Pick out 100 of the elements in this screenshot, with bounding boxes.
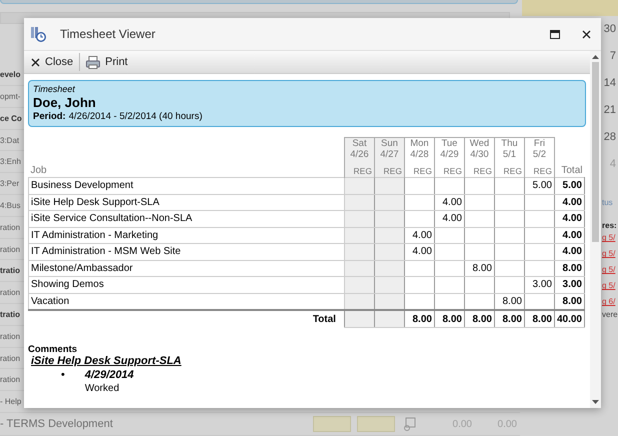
row-label: ration: [0, 288, 20, 298]
table-cell: [464, 194, 494, 210]
comment-date: 4/29/2014: [84, 369, 134, 381]
table-cell: IT Administration - MSM Web Site: [28, 244, 344, 260]
row-label: ration: [0, 244, 20, 254]
table-cell: [404, 260, 434, 276]
hours-input[interactable]: [313, 416, 351, 432]
table-cell: [374, 194, 404, 210]
row-label: - TERMS Development: [0, 418, 114, 430]
side-label: tus: [602, 198, 614, 208]
row-label: opmt-: [0, 92, 20, 101]
table-cell: [374, 178, 404, 194]
table-cell: IT Administration - Marketing: [28, 227, 344, 244]
column-header: Total: [554, 138, 584, 178]
table-cell: [524, 244, 554, 260]
scroll-down-icon[interactable]: [592, 400, 599, 404]
table-cell: [464, 178, 494, 194]
table-cell: 4.00: [554, 227, 584, 244]
close-icon: [31, 58, 40, 66]
table-cell: [434, 244, 464, 260]
table-cell: Vacation: [28, 293, 344, 310]
side-link[interactable]: g 5/: [602, 246, 618, 262]
table-cell: 4.00: [554, 244, 584, 260]
table-cell: [344, 210, 374, 227]
calendar-day[interactable]: 30: [604, 16, 618, 44]
table-cell: 3.00: [524, 276, 554, 293]
table-cell: Milestone/Ambassador: [28, 260, 344, 276]
calendar-day[interactable]: 14: [604, 70, 618, 98]
row-label: tratio: [0, 266, 20, 276]
column-header: Mon 4/28 REG: [404, 138, 434, 178]
table-cell: [524, 260, 554, 276]
table-cell: 8.00: [464, 310, 494, 328]
period-value: 4/26/2014 - 5/2/2014 (40 hours): [68, 111, 202, 122]
table-cell: 4.00: [554, 194, 584, 210]
table-cell: [344, 178, 374, 194]
table-cell: [464, 276, 494, 293]
period-label: Period:: [33, 111, 66, 122]
side-link[interactable]: g 5/: [602, 262, 618, 278]
table-cell: 8.00: [554, 260, 584, 276]
table-cell: [434, 276, 464, 293]
side-note: vere: [602, 310, 618, 320]
table-cell: 8.00: [404, 310, 434, 328]
row-label: ration: [0, 354, 20, 362]
table-cell: [344, 276, 374, 293]
table-cell: [524, 194, 554, 210]
maximize-icon[interactable]: [550, 30, 560, 38]
row-label: - Help: [0, 397, 22, 406]
print-button[interactable]: Print: [83, 54, 131, 70]
calendar-day[interactable]: 7: [610, 43, 618, 70]
scroll-up-icon[interactable]: [592, 55, 599, 59]
close-button[interactable]: Close: [28, 54, 76, 70]
table-cell: [434, 260, 464, 276]
table-cell: 8.00: [524, 310, 554, 328]
side-link[interactable]: g 5/: [602, 230, 618, 246]
employee-name: Doe, John: [33, 95, 97, 110]
table-cell: [494, 260, 524, 276]
close-icon[interactable]: [582, 30, 591, 38]
table-cell: [344, 310, 374, 328]
calendar-day[interactable]: 21: [604, 97, 618, 124]
table-cell: 5.00: [524, 178, 554, 194]
column-header: Thu 5/1 REG: [494, 138, 524, 178]
table-cell: 4.00: [404, 227, 434, 244]
row-label: 4:Bus: [0, 200, 20, 210]
table-cell: [374, 244, 404, 260]
table-cell: [374, 227, 404, 244]
table-cell: 5.00: [554, 178, 584, 194]
table-cell: 8.00: [464, 260, 494, 276]
table-cell: [404, 194, 434, 210]
table-cell: [464, 210, 494, 227]
table-cell: [434, 227, 464, 244]
row-label: 3:Enh: [0, 157, 21, 166]
table-cell: 40.00: [554, 310, 584, 328]
table-cell: [464, 244, 494, 260]
table-cell: [524, 227, 554, 244]
calendar-day[interactable]: 28: [604, 124, 618, 152]
table-cell: [374, 260, 404, 276]
scrollbar[interactable]: [590, 51, 601, 408]
row-label: evelo: [0, 70, 20, 80]
table-cell: [434, 178, 464, 194]
table-cell: [404, 178, 434, 194]
row-label: ce Co: [0, 114, 22, 123]
side-label: res:: [602, 221, 618, 230]
side-link[interactable]: g 6/: [602, 294, 618, 310]
table-cell: 4.00: [434, 194, 464, 210]
table-cell: iSite Help Desk Support-SLA: [28, 194, 344, 210]
panel-caption: Timesheet: [33, 84, 76, 94]
side-link[interactable]: g 5/: [602, 278, 618, 294]
table-cell: [494, 227, 524, 244]
table-cell: [494, 194, 524, 210]
window-title: Timesheet Viewer: [60, 27, 156, 41]
column-header: Sun 4/27 REG: [374, 138, 404, 178]
table-cell: Total: [28, 310, 344, 328]
hours-input[interactable]: [357, 416, 395, 432]
table-cell: [494, 210, 524, 227]
table-cell: [344, 194, 374, 210]
table-cell: [404, 210, 434, 227]
table-cell: [344, 244, 374, 260]
table-cell: Showing Demos: [28, 276, 344, 293]
column-header: Fri 5/2 REG: [524, 138, 554, 178]
row-label: tratio: [0, 310, 20, 319]
